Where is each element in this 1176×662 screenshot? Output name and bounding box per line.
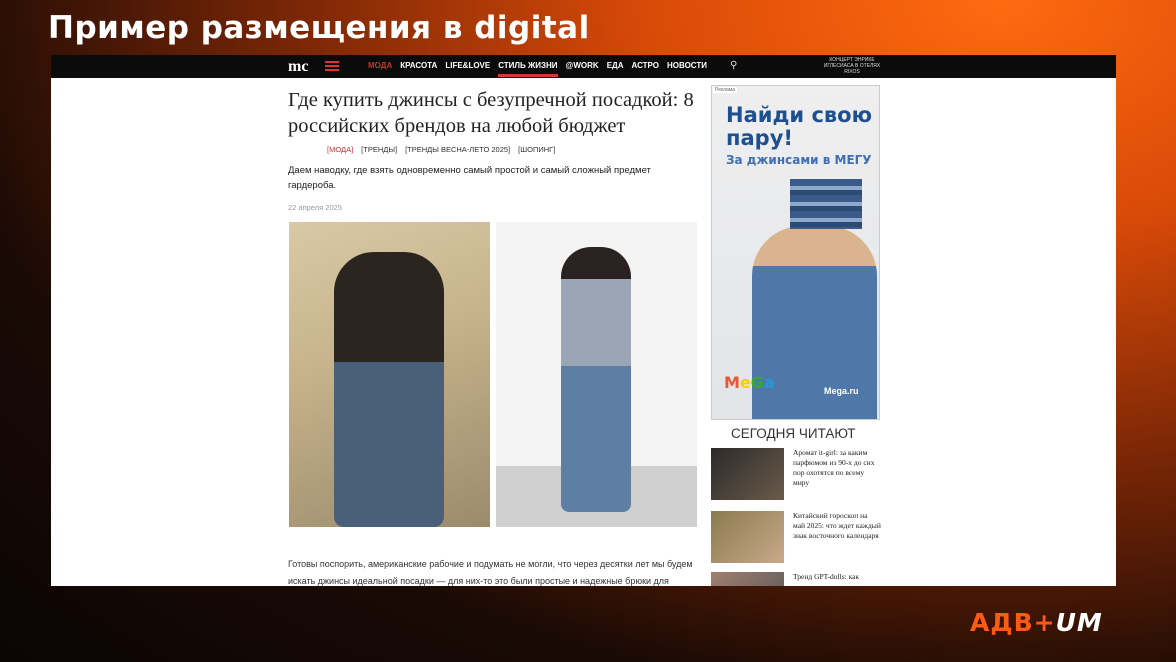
slide-title: Пример размещения в digital [48, 10, 590, 46]
sidebar-item[interactable]: Китайский гороскоп на май 2025: что ждет… [711, 511, 881, 566]
sidebar-item-title[interactable]: Китайский гороскоп на май 2025: что ждет… [793, 511, 881, 541]
ad-url: Mega.ru [824, 386, 859, 396]
nav-item[interactable]: КРАСОТА [400, 61, 437, 77]
promo-link[interactable]: КОНЦЕРТ ЭНРИКЕ ИГЛЕСИАСА В ОТЕЛЯХ RIXOS [821, 57, 883, 75]
tag[interactable]: [ШОПИНГ] [518, 145, 555, 154]
article-date: 22 апреля 2025 [288, 203, 342, 212]
search-icon[interactable]: ⚲ [730, 60, 737, 71]
ad-headline: Найди свою пару! [726, 103, 873, 150]
article-title: Где купить джинсы с безупречной посадкой… [288, 89, 694, 137]
brand-logo: АДВ+UM [970, 608, 1103, 637]
tag[interactable]: [МОДА] [327, 145, 353, 154]
article-body: Готовы поспорить, американские рабочие и… [288, 559, 693, 586]
thumbnail [711, 448, 784, 500]
ad-jeans-stack [790, 179, 862, 229]
ad-banner[interactable]: Реклама Найди свою пару! За джинсами в М… [711, 85, 880, 420]
nav-item[interactable]: АСТРО [632, 61, 660, 77]
nav-item[interactable]: МОДА [368, 61, 392, 77]
nav-item[interactable]: LIFE&LOVE [445, 61, 490, 77]
mega-logo: MeGa [724, 373, 775, 392]
thumbnail [711, 511, 784, 563]
nav-item[interactable]: СТИЛЬ ЖИЗНИ [498, 61, 558, 77]
sidebar-item-title[interactable]: Тренд GPT-dolls: как [793, 572, 881, 582]
sidebar-item[interactable]: Аромат it-girl: за каким парфюмом из 90-… [711, 448, 881, 503]
ad-label: Реклама [713, 87, 738, 93]
top-nav: mc МОДА КРАСОТА LIFE&LOVE СТИЛЬ ЖИЗНИ @WORK Е… [51, 55, 1116, 78]
nav-items: МОДА КРАСОТА LIFE&LOVE СТИЛЬ ЖИЗНИ @WORK ЕДА А… [368, 61, 707, 77]
sidebar-item-title[interactable]: Аромат it-girl: за каким парфюмом из 90-… [793, 448, 881, 488]
menu-icon[interactable] [325, 61, 339, 71]
thumbnail [711, 572, 784, 586]
article-photo-left [289, 222, 490, 527]
ad-subheadline: За джинсами в МЕГУ [726, 153, 872, 167]
site-logo[interactable]: mc [288, 58, 308, 76]
article-lead: Даем наводку, где взять одновременно сам… [288, 165, 651, 191]
tag[interactable]: [ТРЕНДЫ ВЕСНА-ЛЕТО 2025] [405, 145, 510, 154]
sidebar-item[interactable]: Тренд GPT-dolls: как [711, 572, 881, 586]
sidebar-title: СЕГОДНЯ ЧИТАЮТ [731, 426, 856, 441]
article-photo-right [496, 222, 697, 527]
article-tags: [МОДА] [ТРЕНДЫ] [ТРЕНДЫ ВЕСНА-ЛЕТО 2025]… [327, 145, 555, 154]
nav-item[interactable]: НОВОСТИ [667, 61, 707, 77]
website-screenshot: mc МОДА КРАСОТА LIFE&LOVE СТИЛЬ ЖИЗНИ @WORK Е… [51, 55, 1116, 586]
nav-item[interactable]: @WORK [566, 61, 599, 77]
tag[interactable]: [ТРЕНДЫ] [361, 145, 397, 154]
nav-item[interactable]: ЕДА [607, 61, 624, 77]
